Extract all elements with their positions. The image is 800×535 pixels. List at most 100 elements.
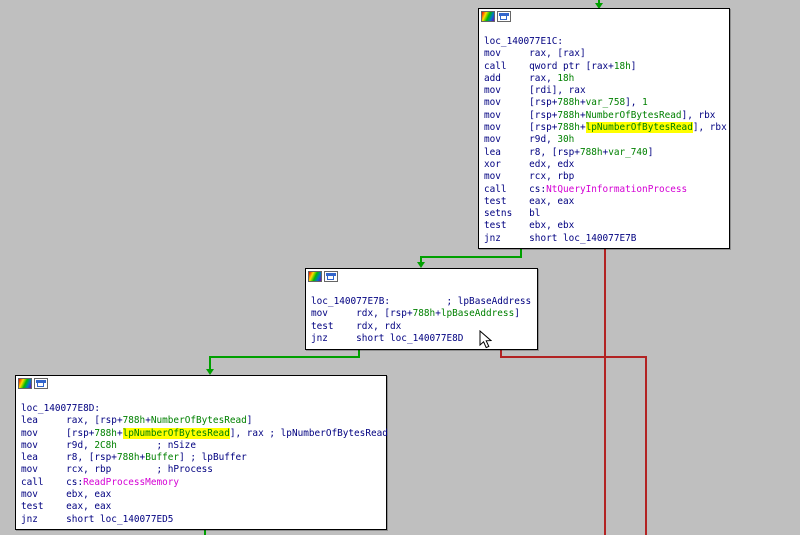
operand-name: NumberOfBytesRead: [150, 415, 247, 427]
operand-name: 788h: [579, 146, 603, 158]
highlighted-token: lpNumberOfBytesRead: [122, 427, 230, 439]
code-text: call cs:: [484, 183, 547, 195]
code-text: loc_140077E7B:: [311, 296, 391, 307]
flow-edge-not-taken: [500, 356, 647, 358]
code-text: ]: [246, 415, 253, 427]
flow-edge-not-taken: [604, 246, 606, 535]
code-text: mov [rsp+: [484, 122, 558, 134]
disassembly-line[interactable]: mov rdx, [rsp+788h+lpBaseAddress]: [311, 308, 533, 320]
disassembly-line[interactable]: call cs:ReadProcessMemory: [21, 477, 382, 489]
disassembly-line[interactable]: mov [rsp+788h+lpNumberOfBytesRead], rax …: [21, 427, 388, 440]
code-text: ], rbx: [681, 109, 716, 121]
disassembly-line[interactable]: lea r8, [rsp+788h+Buffer] ; lpBuffer: [21, 452, 382, 464]
operand-name: var_758: [585, 97, 626, 109]
disassembly-line[interactable]: mov ebx, eax: [21, 489, 382, 501]
code-text: setns bl: [484, 208, 541, 220]
disassembly-line[interactable]: mov rax, [rax]: [484, 48, 725, 60]
flow-edge-taken: [209, 356, 211, 370]
operand-name: 2C8h: [94, 439, 117, 451]
flow-edge-taken: [420, 256, 522, 258]
code-text: mov [rdi], rax: [484, 85, 586, 97]
operand-name: 788h: [122, 415, 146, 427]
disassembly-line[interactable]: test rdx, rdx: [311, 321, 533, 333]
operand-name: Buffer: [145, 452, 180, 464]
node-group-icon[interactable]: [324, 271, 338, 282]
code-text: call cs:: [21, 476, 84, 488]
disassembly-listing: loc_140077E1C: mov rax, [rax] call qword p…: [479, 26, 729, 248]
node-toolbar: [306, 269, 537, 286]
disassembly-line[interactable]: mov r9d, 2C8h ; nSize: [21, 440, 382, 452]
comment-text: ; hProcess: [111, 464, 213, 476]
disassembly-line[interactable]: mov [rsp+788h+lpNumberOfBytesRead], rbx: [484, 122, 727, 134]
disassembly-line[interactable]: jnz short loc_140077ED5: [21, 514, 382, 526]
operand-name: 788h: [412, 308, 436, 320]
node-color-icon[interactable]: [308, 271, 322, 282]
operand-name: 18h: [613, 60, 631, 72]
code-text: mov rdx, [rsp+: [311, 308, 413, 320]
disassembly-line[interactable]: loc_140077E7B: ; lpBaseAddress: [311, 296, 533, 308]
operand-name: 788h: [557, 97, 580, 109]
code-text: loc_140077E8D:: [21, 403, 101, 414]
disassembly-line[interactable]: mov rcx, rbp ; hProcess: [21, 464, 382, 476]
flow-edge-taken: [209, 356, 360, 358]
code-text: ], rbx: [692, 122, 727, 134]
node-group-icon[interactable]: [497, 11, 511, 22]
code-text: mov rcx, rbp: [484, 171, 575, 183]
mouse-cursor: [479, 330, 492, 349]
code-text: mov r9d,: [21, 439, 95, 451]
block-loc_140077E8D[interactable]: loc_140077E8D: lea rax, [rsp+788h+NumberO…: [15, 375, 388, 530]
disassembly-line[interactable]: mov [rsp+788h+NumberOfBytesRead], rbx: [484, 110, 725, 122]
code-text: test eax, eax: [21, 501, 112, 513]
disassembly-line[interactable]: lea r8, [rsp+788h+var_740]: [484, 147, 725, 159]
comment-text: ; lpBuffer: [184, 452, 247, 464]
comment-text: ; lpBaseAddress: [390, 296, 532, 307]
disassembly-line[interactable]: xor edx, edx: [484, 159, 725, 171]
disassembly-line[interactable]: test ebx, ebx: [484, 220, 725, 232]
code-text: ],: [625, 97, 643, 109]
disassembly-line[interactable]: jnz short loc_140077E8D: [311, 333, 533, 345]
operand-name: 788h: [557, 109, 580, 121]
disassembly-line[interactable]: loc_140077E8D:: [21, 403, 382, 415]
code-text: +: [579, 122, 586, 134]
graph-view[interactable]: loc_140077E1C: mov rax, [rax] call qword p…: [0, 0, 800, 535]
disassembly-line[interactable]: mov [rdi], rax: [484, 85, 725, 97]
code-text: mov r9d,: [484, 134, 558, 146]
disassembly-line[interactable]: jnz short loc_140077E7B: [484, 233, 725, 245]
node-color-icon[interactable]: [481, 11, 495, 22]
disassembly-line[interactable]: test eax, eax: [484, 196, 725, 208]
operand-name: 788h: [94, 427, 117, 439]
node-group-icon[interactable]: [34, 378, 48, 389]
disassembly-line[interactable]: setns bl: [484, 208, 725, 220]
disassembly-line[interactable]: mov [rsp+788h+var_758], 1: [484, 97, 725, 109]
code-text: mov [rsp+: [484, 109, 558, 121]
code-text: mov [rsp+: [484, 97, 558, 109]
disassembly-line[interactable]: mov rcx, rbp: [484, 171, 725, 183]
code-text: +: [116, 427, 123, 439]
operand-name: 18h: [557, 72, 575, 84]
code-text: jnz short loc_140077E8D: [311, 332, 464, 344]
code-text: ]: [647, 146, 654, 158]
flow-edge-not-taken: [645, 356, 647, 535]
disassembly-line[interactable]: lea rax, [rsp+788h+NumberOfBytesRead]: [21, 415, 382, 427]
api-name: ReadProcessMemory: [83, 476, 180, 488]
code-text: lea r8, [rsp+: [484, 146, 580, 158]
disassembly-line[interactable]: add rax, 18h: [484, 73, 725, 85]
block-loc_140077E7B[interactable]: loc_140077E7B: ; lpBaseAddress mov rdx, […: [305, 268, 538, 350]
disassembly-line[interactable]: call qword ptr [rax+18h]: [484, 61, 725, 73]
operand-name: var_740: [608, 146, 648, 158]
disassembly-line[interactable]: mov r9d, 30h: [484, 134, 725, 146]
disassembly-line[interactable]: call cs:NtQueryInformationProcess: [484, 184, 725, 196]
disassembly-line[interactable]: loc_140077E1C:: [484, 36, 725, 48]
code-text: mov [rsp+: [21, 427, 95, 439]
code-text: jnz short loc_140077ED5: [21, 513, 174, 525]
node-color-icon[interactable]: [18, 378, 32, 389]
operand-name: 1: [642, 97, 648, 109]
code-text: mov rax, [rax]: [484, 48, 586, 60]
highlighted-token: lpNumberOfBytesRead: [585, 122, 693, 134]
code-text: xor edx, edx: [484, 158, 575, 170]
node-toolbar: [479, 9, 729, 26]
disassembly-line[interactable]: test eax, eax: [21, 501, 382, 513]
code-text: lea r8, [rsp+: [21, 452, 117, 464]
block-loc_140077E1C[interactable]: loc_140077E1C: mov rax, [rax] call qword p…: [478, 8, 730, 250]
operand-name: lpBaseAddress: [440, 308, 515, 320]
